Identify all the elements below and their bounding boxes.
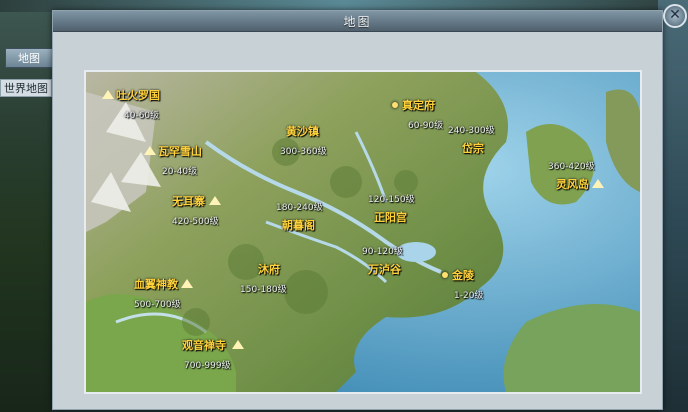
location-zhending-fu[interactable]: 真定府 60-90级: [392, 94, 443, 132]
close-button[interactable]: ✕: [663, 4, 687, 28]
camp-icon: [102, 90, 114, 99]
location-guanyin-temple[interactable]: 观音禅寺 700-999级: [182, 334, 246, 372]
location-tuhuoluo[interactable]: 吐火罗国 40-60级: [102, 84, 160, 122]
location-wahan-snow-mountain[interactable]: 瓦罕雪山 20-40级: [144, 140, 202, 178]
location-wuer-village[interactable]: 无耳寨 420-500级: [172, 190, 223, 228]
location-lingfeng-island[interactable]: 360-420级 灵风岛: [548, 154, 606, 192]
location-zhaomu-pavilion[interactable]: 180-240级 朝暮阁: [276, 195, 323, 233]
tab-map[interactable]: 地图: [5, 48, 53, 68]
location-daizong[interactable]: 240-300级 岱宗: [448, 118, 495, 156]
location-zhengyang-palace[interactable]: 120-150级 正阳宫: [368, 187, 415, 225]
temple-icon: [232, 340, 244, 349]
location-marker-icon: [442, 271, 448, 278]
location-xueyi-cult[interactable]: 血翼神教 500-700级: [134, 273, 195, 311]
location-jinling[interactable]: 金陵 1-20级: [442, 264, 483, 302]
close-icon: ✕: [669, 7, 681, 23]
location-marker-icon: [392, 101, 398, 108]
camp-icon: [181, 279, 193, 288]
location-huangsha-town[interactable]: 黄沙镇 300-360级: [280, 120, 327, 158]
location-wanlu-valley[interactable]: 90-120级 万泸谷: [362, 239, 403, 277]
window-titlebar: 地图: [53, 11, 662, 32]
world-map[interactable]: 吐火罗国 40-60级 瓦罕雪山 20-40级 无耳寨 420-500级 黄沙镇…: [84, 70, 642, 394]
map-terrain: [86, 72, 640, 392]
camp-icon: [144, 146, 156, 155]
camp-icon: [592, 179, 604, 188]
tab-world-map[interactable]: 世界地图: [0, 79, 52, 97]
camp-icon: [209, 196, 221, 205]
window-title: 地图: [343, 15, 372, 29]
location-mu-fu[interactable]: 沐府 150-180级: [240, 258, 287, 296]
